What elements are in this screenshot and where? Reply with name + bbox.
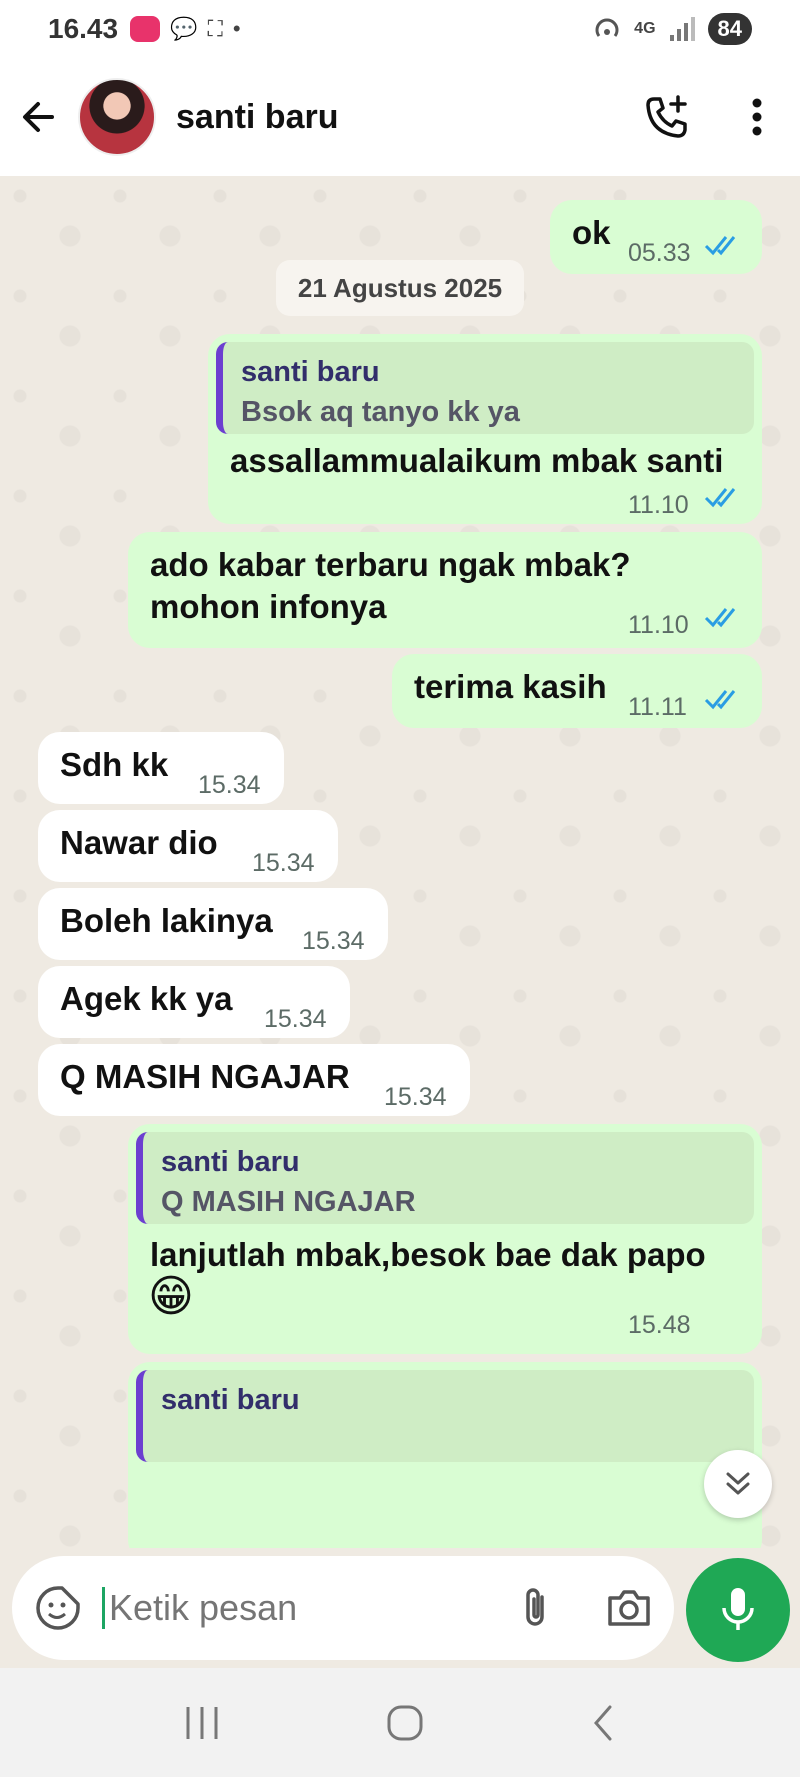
network-type-label: 4G bbox=[634, 20, 656, 37]
emoji-grin: 😁 bbox=[148, 1272, 194, 1321]
hotspot-icon bbox=[595, 18, 619, 37]
outgoing-message[interactable]: santi baru Q MASIH NGAJAR lanjutlah mbak… bbox=[128, 1124, 762, 1354]
screenshot-icon: ⛶ bbox=[207, 16, 223, 41]
outgoing-message[interactable]: terima kasih 11.11 bbox=[392, 654, 762, 728]
double-chevron-down-icon bbox=[726, 1472, 750, 1495]
battery-level: 84 bbox=[707, 13, 752, 45]
message-time: 15.34 bbox=[252, 849, 315, 877]
quoted-text: Q MASIH NGAJAR bbox=[161, 1186, 416, 1218]
message-time: 15.34 bbox=[384, 1083, 447, 1111]
status-bar: 16.43 💬 ⛶ • 4G 84 bbox=[0, 0, 800, 58]
message-text-line: ado kabar terbaru ngak mbak? bbox=[150, 546, 631, 583]
nav-back-icon[interactable] bbox=[588, 1703, 618, 1743]
incoming-message[interactable]: Sdh kk 15.34 bbox=[38, 732, 284, 804]
message-text: Sdh kk bbox=[60, 746, 169, 783]
read-receipt-icon bbox=[704, 608, 736, 628]
quoted-sender: santi baru bbox=[241, 356, 380, 388]
incoming-message[interactable]: Agek kk ya 15.34 bbox=[38, 966, 350, 1038]
quoted-sender: santi baru bbox=[161, 1384, 300, 1416]
message-text-line: mohon infonya bbox=[150, 588, 387, 625]
message-time: 11.10 bbox=[628, 611, 689, 639]
scroll-to-bottom-button[interactable] bbox=[704, 1450, 772, 1518]
app-notification-icon bbox=[130, 16, 161, 42]
quoted-message[interactable]: santi baru bbox=[136, 1370, 754, 1462]
read-receipt-icon bbox=[704, 488, 736, 508]
message-composer bbox=[0, 1548, 800, 1668]
message-text: terima kasih bbox=[414, 668, 607, 705]
read-receipt-icon bbox=[704, 690, 736, 710]
system-icons: 4G 84 bbox=[592, 13, 752, 45]
quoted-message[interactable]: santi baru Bsok aq tanyo kk ya bbox=[216, 342, 754, 434]
message-time: 05.33 bbox=[628, 239, 691, 267]
back-button[interactable] bbox=[16, 95, 60, 139]
add-call-icon[interactable] bbox=[642, 93, 690, 141]
notification-icons: 💬 ⛶ • bbox=[130, 16, 241, 42]
more-notifications-dot-icon: • bbox=[232, 16, 241, 41]
status-time: 16.43 bbox=[48, 13, 119, 44]
incoming-message[interactable]: Nawar dio 15.34 bbox=[38, 810, 338, 882]
incoming-message[interactable]: Boleh lakinya 15.34 bbox=[38, 888, 388, 960]
quoted-message[interactable]: santi baru Q MASIH NGAJAR bbox=[136, 1132, 754, 1224]
outgoing-message[interactable]: santi baru bbox=[128, 1362, 762, 1548]
composer-pill bbox=[12, 1556, 674, 1660]
camera-icon[interactable] bbox=[606, 1588, 652, 1628]
message-time: 15.48 bbox=[628, 1311, 691, 1339]
message-text: ok bbox=[572, 214, 611, 251]
quoted-sender: santi baru bbox=[161, 1146, 300, 1178]
message-time: 11.11 bbox=[628, 693, 687, 721]
quoted-text: Bsok aq tanyo kk ya bbox=[241, 396, 520, 428]
chat-notification-icon: 💬 bbox=[170, 16, 198, 41]
avatar[interactable] bbox=[78, 78, 156, 156]
message-text: Agek kk ya bbox=[60, 980, 233, 1017]
contact-name[interactable]: santi baru bbox=[176, 98, 338, 137]
sticker-icon[interactable] bbox=[34, 1584, 82, 1632]
header-actions bbox=[642, 93, 784, 141]
message-time: 15.34 bbox=[302, 927, 365, 955]
message-time: 15.34 bbox=[198, 771, 261, 799]
composer-actions bbox=[520, 1585, 652, 1631]
message-input[interactable] bbox=[102, 1587, 462, 1629]
outgoing-message[interactable]: ok 05.33 bbox=[550, 200, 762, 274]
chat-header: santi baru bbox=[0, 58, 800, 176]
home-icon[interactable] bbox=[385, 1703, 425, 1743]
system-nav-bar bbox=[0, 1668, 800, 1777]
signal-icon bbox=[669, 17, 695, 41]
message-text: Boleh lakinya bbox=[60, 902, 273, 939]
date-separator: 21 Agustus 2025 bbox=[276, 260, 524, 316]
chat-area[interactable]: ok 05.33 21 Agustus 2025 santi baru Bsok… bbox=[0, 176, 800, 1548]
read-receipt-icon bbox=[704, 236, 736, 256]
attachment-icon[interactable] bbox=[520, 1585, 550, 1631]
message-text: Q MASIH NGAJAR bbox=[60, 1058, 350, 1095]
message-time: 11.10 bbox=[628, 491, 689, 519]
arrow-left-icon bbox=[23, 102, 54, 132]
voice-record-button[interactable] bbox=[686, 1558, 790, 1662]
message-text: lanjutlah mbak,besok bae dak papo bbox=[150, 1236, 706, 1273]
message-text: assallammualaikum mbak santi bbox=[230, 442, 724, 479]
message-text: Nawar dio bbox=[60, 824, 218, 861]
outgoing-message[interactable]: santi baru Bsok aq tanyo kk ya assallamm… bbox=[208, 334, 762, 524]
more-options-icon[interactable] bbox=[750, 97, 764, 137]
recent-apps-icon[interactable] bbox=[182, 1705, 222, 1741]
message-time: 15.34 bbox=[264, 1005, 327, 1033]
microphone-icon bbox=[722, 1588, 754, 1630]
incoming-message[interactable]: Q MASIH NGAJAR 15.34 bbox=[38, 1044, 470, 1116]
outgoing-message[interactable]: ado kabar terbaru ngak mbak? mohon infon… bbox=[128, 532, 762, 648]
